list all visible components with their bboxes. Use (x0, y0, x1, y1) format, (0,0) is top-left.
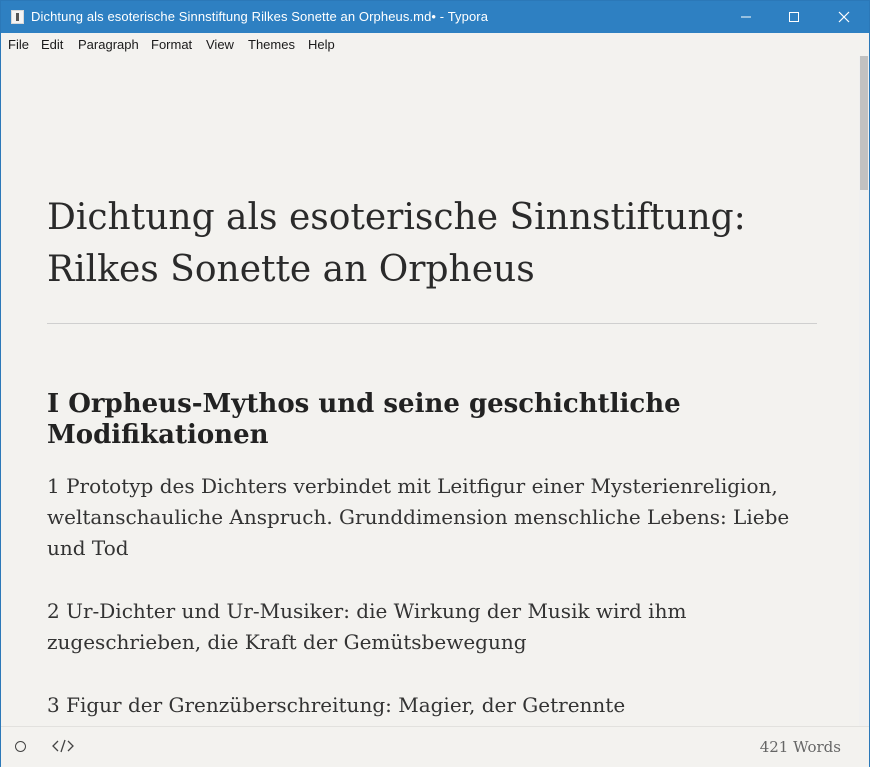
circle-icon[interactable] (15, 741, 26, 752)
paragraph-2[interactable]: 2 Ur-Dichter und Ur-Musiker: die Wirkung… (47, 596, 817, 658)
menu-view[interactable]: View (206, 37, 234, 52)
title-bar[interactable]: Dichtung als esoterische Sinnstiftung Ri… (1, 1, 869, 33)
close-icon (838, 11, 850, 23)
document-title[interactable]: Dichtung als esoterische Sinnstiftung: R… (47, 192, 827, 296)
menu-bar: File Edit Paragraph Format View Themes H… (1, 33, 869, 56)
word-count[interactable]: 421 Words (760, 738, 841, 756)
status-bar: 421 Words (1, 726, 869, 767)
document-title-line-1: Dichtung als esoterische Sinnstiftung: (47, 197, 746, 238)
section-heading[interactable]: I Orpheus-Mythos und seine geschichtlich… (47, 389, 827, 451)
menu-format[interactable]: Format (151, 37, 192, 52)
maximize-icon (789, 12, 799, 22)
title-divider (47, 323, 817, 324)
window-title: Dichtung als esoterische Sinnstiftung Ri… (31, 9, 489, 24)
scrollbar-thumb[interactable] (860, 56, 868, 190)
menu-file[interactable]: File (8, 37, 29, 52)
maximize-button[interactable] (771, 1, 817, 33)
menu-themes[interactable]: Themes (248, 37, 295, 52)
paragraph-3[interactable]: 3 Figur der Grenzüberschreitung: Magier,… (47, 690, 817, 726)
typora-app-icon (11, 10, 24, 24)
menu-edit[interactable]: Edit (41, 37, 63, 52)
paragraph-1[interactable]: 1 Prototyp des Dichters verbindet mit Le… (47, 471, 817, 564)
minimize-button[interactable] (723, 1, 769, 33)
document-title-line-2: Rilkes Sonette an Orpheus (47, 249, 535, 290)
section-heading-line-2: Modifikationen (47, 420, 269, 450)
code-icon[interactable] (52, 738, 74, 759)
minimize-icon (741, 16, 751, 18)
close-button[interactable] (821, 1, 867, 33)
section-heading-line-1: I Orpheus-Mythos und seine geschichtlich… (47, 389, 681, 419)
menu-help[interactable]: Help (308, 37, 335, 52)
vertical-scrollbar[interactable] (859, 56, 869, 726)
typora-window: Dichtung als esoterische Sinnstiftung Ri… (0, 0, 870, 767)
menu-paragraph[interactable]: Paragraph (78, 37, 139, 52)
editor-area[interactable]: Dichtung als esoterische Sinnstiftung: R… (1, 56, 859, 726)
